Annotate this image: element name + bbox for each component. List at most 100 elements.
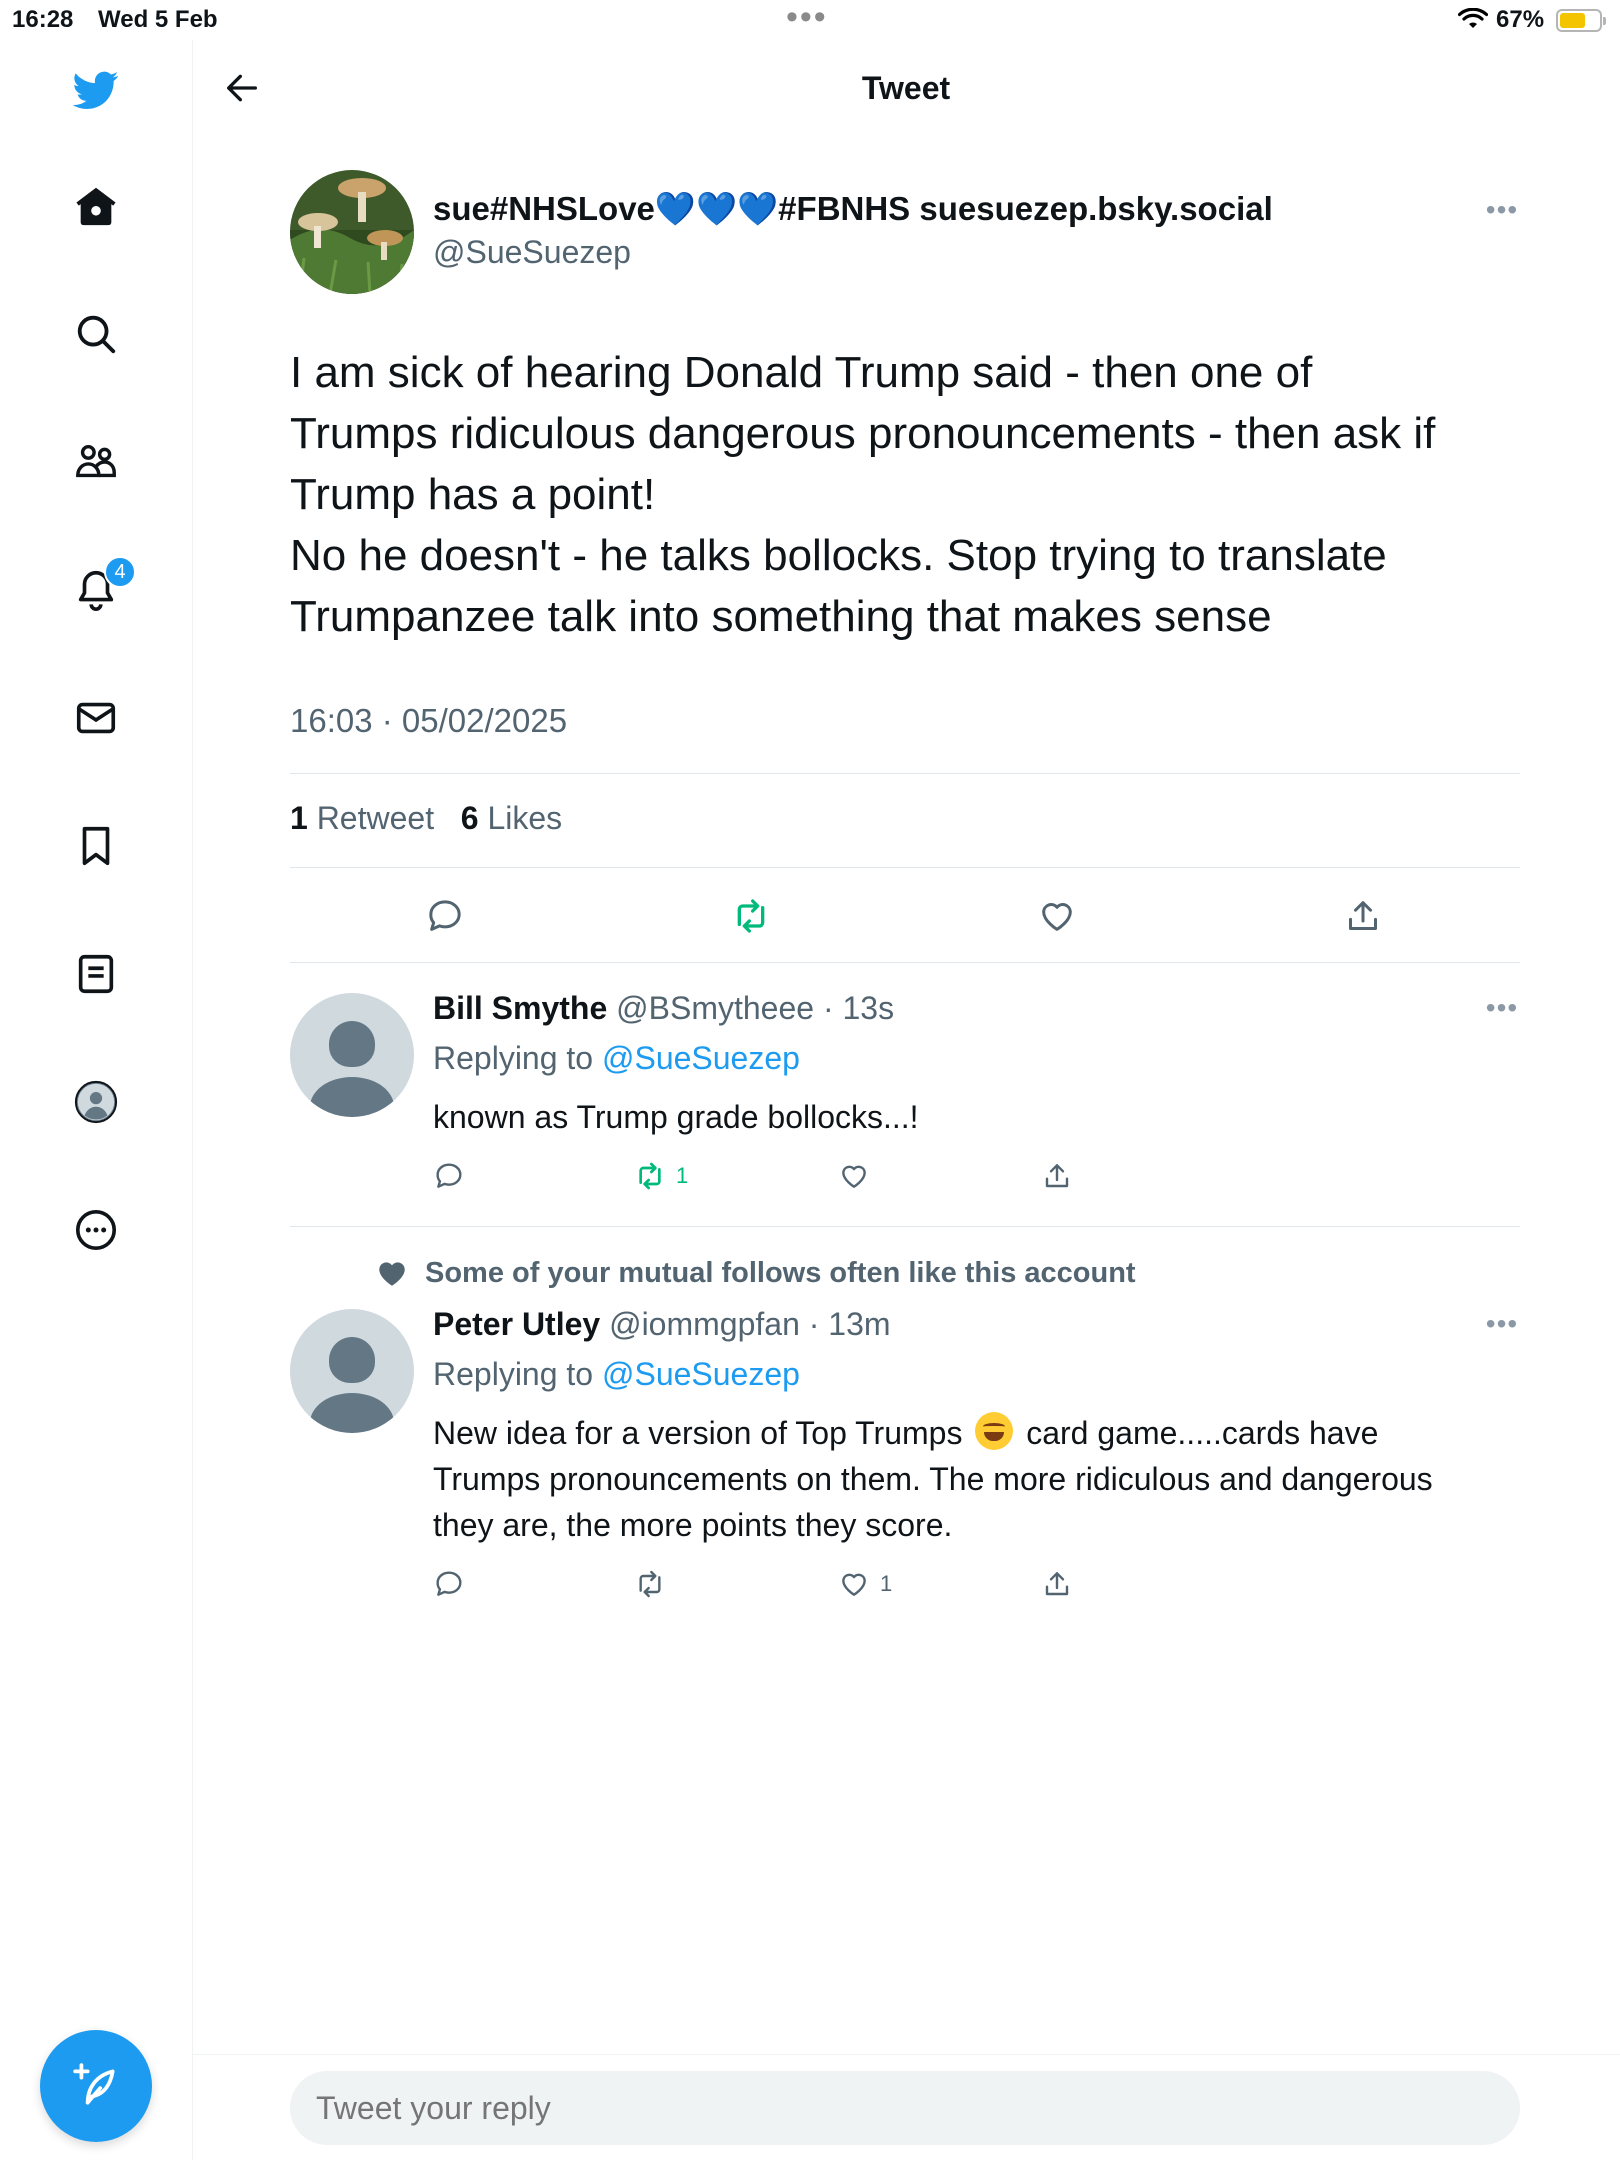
reply-icon — [436, 1571, 462, 1596]
retweet-icon — [639, 1162, 661, 1190]
reply-more-icon[interactable]: ••• — [1482, 994, 1522, 1022]
bookmark-icon[interactable] — [68, 818, 124, 874]
profile-icon[interactable] — [68, 1074, 124, 1130]
reply-author-handle[interactable]: @BSmytheee — [616, 990, 814, 1026]
compose-tweet-button[interactable] — [40, 2030, 152, 2142]
share-icon — [1045, 1572, 1069, 1596]
replying-to-label: Replying to — [433, 1040, 594, 1076]
like-button[interactable] — [838, 1158, 880, 1194]
share-button[interactable] — [1339, 892, 1387, 940]
reply-text-line: Trumps pronouncements on them. The more … — [433, 1461, 1433, 1497]
reply-text-line: they are, the more points they score. — [433, 1507, 953, 1543]
share-button[interactable] — [1041, 1566, 1073, 1602]
status-date: Wed 5 Feb — [98, 6, 218, 33]
notification-badge: 4 — [104, 556, 136, 588]
reply-text-line: known as Trump grade bollocks...! — [433, 1099, 919, 1135]
social-context-text: Some of your mutual follows often like t… — [425, 1256, 1136, 1289]
reply-text-segment: New idea for a version of Top Trumps — [433, 1415, 963, 1451]
reply-button[interactable] — [421, 892, 469, 940]
divider — [290, 962, 1520, 963]
social-context: Some of your mutual follows often like t… — [375, 1256, 1136, 1290]
tweet-text: I am sick of hearing Donald Trump said -… — [290, 342, 1530, 647]
status-time: 16:28 — [12, 6, 74, 33]
battery-icon — [1556, 9, 1606, 32]
tweet-text-line: Trumpanzee talk into something that make… — [290, 592, 1272, 641]
divider — [290, 867, 1520, 868]
communities-icon[interactable] — [68, 434, 124, 490]
reply-more-icon[interactable]: ••• — [1482, 1310, 1522, 1338]
like-button[interactable] — [1033, 892, 1081, 940]
author-avatar[interactable] — [290, 170, 414, 294]
replying-to-mention[interactable]: @SueSuezep — [602, 1040, 800, 1076]
retweet-count: 1 — [290, 800, 308, 836]
rofl-emoji-icon — [975, 1412, 1014, 1450]
compose-tweet-icon — [73, 2063, 115, 2105]
mushroom-avatar-image — [290, 170, 414, 294]
tweet-text-line: I am sick of hearing Donald Trump said -… — [290, 348, 1313, 397]
replying-to: Replying to @SueSuezep — [433, 1040, 800, 1077]
retweet-count: 1 — [676, 1163, 689, 1188]
share-icon — [1045, 1164, 1069, 1188]
page-title: Tweet — [861, 70, 951, 106]
reply-time[interactable]: · 13m — [809, 1306, 891, 1342]
back-button[interactable] — [218, 64, 266, 112]
retweets-stat[interactable]: 1 Retweet — [290, 800, 434, 836]
twitter-bird-icon[interactable] — [68, 62, 124, 118]
like-button[interactable]: 1 — [838, 1566, 892, 1602]
retweet-button[interactable]: 1 — [634, 1158, 688, 1194]
share-icon — [1349, 901, 1377, 930]
heart-icon — [1042, 903, 1072, 931]
heart-filled-icon — [379, 1262, 405, 1286]
reply-text: known as Trump grade bollocks...! — [433, 1094, 1533, 1140]
author-display-name[interactable]: sue#NHSLove💙💙💙#FBNHS suesuezep.bsky.soci… — [433, 190, 1273, 229]
retweet-button[interactable] — [634, 1566, 676, 1602]
sidebar: 4 — [0, 40, 193, 2160]
multitasking-dots-icon[interactable]: ••• — [786, 0, 828, 34]
tweet-more-icon[interactable]: ••• — [1482, 196, 1522, 224]
reply-avatar[interactable] — [290, 993, 414, 1117]
reply-input[interactable] — [290, 2071, 1520, 2145]
reply-text-segment: card game.....cards have — [1026, 1415, 1379, 1451]
like-label: Likes — [487, 800, 563, 836]
reply-text-line: New idea for a version of Top Trumps car… — [433, 1410, 1533, 1456]
wifi-icon — [1458, 8, 1488, 28]
reply-button[interactable] — [433, 1566, 465, 1602]
reply-time[interactable]: · 13s — [823, 990, 894, 1026]
share-button[interactable] — [1041, 1158, 1073, 1194]
replying-to-mention[interactable]: @SueSuezep — [602, 1356, 800, 1392]
author-handle[interactable]: @SueSuezep — [433, 234, 631, 271]
reply-author-name[interactable]: Peter Utley — [433, 1306, 600, 1342]
heart-icon — [842, 1165, 866, 1188]
like-count: 1 — [880, 1571, 893, 1596]
reply-header: Bill Smythe @BSmytheee · 13s — [433, 990, 894, 1027]
status-bar: 16:28 Wed 5 Feb ••• 67% — [0, 0, 1620, 40]
arrow-left-icon — [227, 74, 257, 102]
reply-author-handle[interactable]: @iommgpfan — [609, 1306, 800, 1342]
reply-icon — [429, 900, 461, 931]
battery-percent: 67% — [1496, 6, 1545, 33]
retweet-label: Retweet — [316, 800, 435, 836]
tweet-text-line: Trumps ridiculous dangerous pronouncemen… — [290, 409, 1436, 458]
reply-header: Peter Utley @iommgpfan · 13m — [433, 1306, 891, 1343]
retweet-icon — [737, 899, 765, 933]
home-icon[interactable] — [68, 178, 124, 234]
heart-icon — [842, 1573, 866, 1596]
reply-composer-bar — [193, 2054, 1620, 2160]
reply-author-name[interactable]: Bill Smythe — [433, 990, 607, 1026]
lists-icon[interactable] — [68, 946, 124, 1002]
divider — [290, 773, 1520, 774]
retweet-button[interactable] — [727, 892, 775, 940]
replying-to: Replying to @SueSuezep — [433, 1356, 800, 1393]
likes-stat[interactable]: 6 Likes — [461, 800, 562, 836]
messages-icon[interactable] — [68, 690, 124, 746]
reply-avatar[interactable] — [290, 1309, 414, 1433]
tweet-stats: 1 Retweet 6 Likes — [290, 800, 562, 837]
divider — [290, 1226, 1520, 1227]
reply-text: New idea for a version of Top Trumps car… — [433, 1410, 1533, 1548]
more-icon[interactable] — [68, 1202, 124, 1258]
tweet-timestamp[interactable]: 16:03 · 05/02/2025 — [290, 702, 567, 740]
tweet-text-line: Trump has a point! — [290, 470, 656, 519]
tweet-text-line: No he doesn't - he talks bollocks. Stop … — [290, 531, 1387, 580]
reply-button[interactable] — [433, 1158, 465, 1194]
search-icon[interactable] — [68, 306, 124, 362]
